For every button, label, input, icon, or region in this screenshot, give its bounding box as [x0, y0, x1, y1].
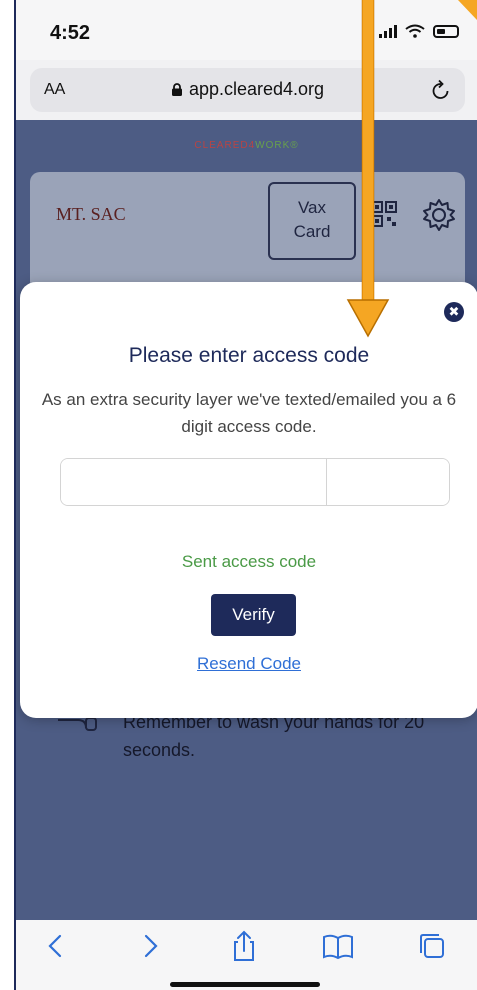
address-field[interactable]: app.cleared4.org: [30, 79, 465, 100]
qr-icon[interactable]: [370, 200, 398, 228]
brand-part2: WORK: [255, 140, 291, 151]
status-icons: [379, 24, 459, 38]
status-bar: 4:52: [16, 0, 477, 60]
forward-icon[interactable]: [132, 928, 168, 964]
close-icon[interactable]: ✖: [444, 302, 464, 322]
tabs-icon[interactable]: [414, 928, 450, 964]
status-time: 4:52: [50, 22, 91, 44]
header-card: MT. SAC Vax Card: [30, 172, 465, 292]
verify-button[interactable]: Verify: [211, 594, 296, 636]
brand-logo: CLEARED4WORK®: [16, 140, 477, 151]
access-code-modal: ✖ Please enter access code As an extra s…: [20, 282, 477, 718]
resend-code-link[interactable]: Resend Code: [20, 654, 477, 674]
school-logo: MT. SAC: [56, 204, 126, 224]
gear-icon[interactable]: [422, 198, 456, 232]
signal-icon: [379, 24, 397, 38]
reload-icon[interactable]: [431, 79, 451, 101]
home-indicator: [170, 982, 320, 987]
battery-icon: [433, 24, 459, 38]
access-code-input: [60, 458, 450, 506]
phone-screen: 4:52 AA app.cleared4.org CLEARED4WORK® M…: [14, 0, 477, 990]
code-digit-2[interactable]: [327, 459, 449, 505]
modal-subtitle: As an extra security layer we've texted/…: [41, 390, 457, 436]
sent-status: Sent access code: [181, 552, 317, 571]
back-icon[interactable]: [38, 928, 74, 964]
url-domain: app.cleared4.org: [188, 79, 325, 99]
vax-card-button[interactable]: Vax Card: [268, 182, 356, 260]
code-digit-1[interactable]: [61, 459, 327, 505]
bookmarks-icon[interactable]: [320, 928, 356, 964]
lock-icon: [171, 83, 182, 96]
browser-toolbar: [16, 920, 477, 990]
modal-title: Please enter access code: [128, 344, 370, 367]
vax-card-line1: Vax: [297, 198, 327, 217]
brand-mark: ®: [290, 140, 299, 151]
share-icon[interactable]: [226, 928, 262, 964]
wifi-icon: [405, 24, 425, 38]
brand-part1: CLEARED4: [194, 140, 256, 151]
vax-card-line2: Card: [293, 222, 331, 241]
url-bar[interactable]: AA app.cleared4.org: [30, 68, 465, 112]
